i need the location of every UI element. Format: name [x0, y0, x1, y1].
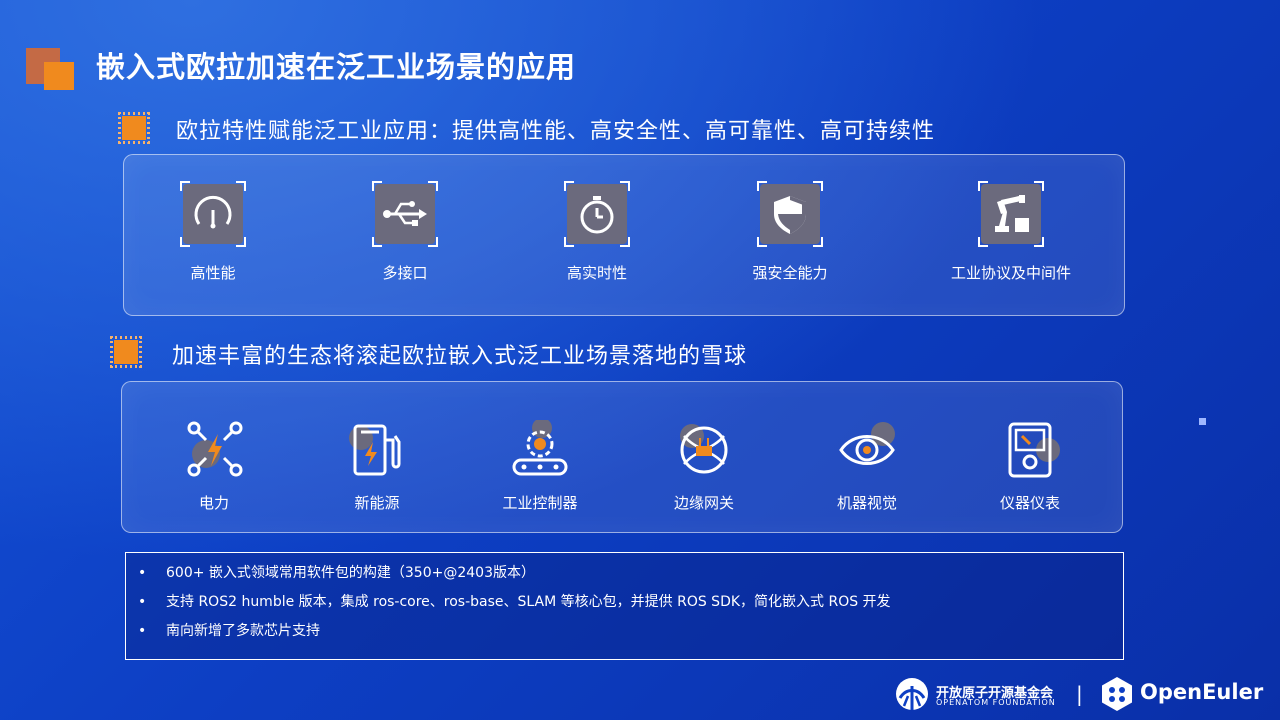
footer-separator: |: [1076, 682, 1083, 706]
feature-industrial-protocol: 工业协议及中间件: [941, 181, 1081, 283]
corner-bracket: [236, 237, 246, 247]
charging-station-icon: [349, 424, 401, 476]
eco-label: 新能源: [354, 494, 400, 512]
eco-item-industrial-controller: 工业控制器: [480, 418, 600, 513]
eco-item-instrument: 仪器仪表: [970, 420, 1090, 513]
chip-icon: [110, 336, 142, 368]
eco-item-edge-gateway: 边缘网关: [644, 420, 764, 513]
section2-subtitle: 加速丰富的生态将滚起欧拉嵌入式泛工业场景落地的雪球: [172, 344, 748, 369]
foundation-en: OPENATOM FOUNDATION: [936, 698, 1056, 707]
feature-label: 多接口: [382, 264, 428, 282]
section1-subtitle: 欧拉特性赋能泛工业应用：提供高性能、高安全性、高可靠性、高可持续性: [176, 119, 936, 144]
chip-icon: [118, 112, 150, 144]
corner-bracket: [180, 237, 190, 247]
corner-bracket: [180, 181, 190, 191]
shield-icon: [774, 196, 806, 234]
corner-bracket: [757, 181, 767, 191]
corner-bracket: [813, 181, 823, 191]
corner-bracket: [620, 237, 630, 247]
feature-label: 高性能: [190, 264, 236, 282]
corner-bracket: [372, 237, 382, 247]
note-item: 支持 ROS2 humble 版本，集成 ros-core、ros-base、S…: [138, 588, 1123, 617]
brand-name: OpenEuler: [1140, 680, 1264, 704]
eco-item-machine-vision: 机器视觉: [807, 420, 927, 513]
corner-bracket: [564, 181, 574, 191]
eco-label: 工业控制器: [502, 494, 578, 512]
title-decoration: [26, 48, 76, 92]
ecosystem-panel: 电力 新能源 工业控制器 边缘网关 机器视觉 仪器仪表: [121, 381, 1123, 533]
note-item: 南向新增了多款芯片支持: [138, 617, 1123, 646]
openeuler-hex-icon: [1102, 677, 1132, 711]
corner-bracket: [620, 181, 630, 191]
gear-conveyor-icon: [512, 418, 568, 476]
feature-label: 工业协议及中间件: [950, 264, 1071, 282]
feature-label: 强安全能力: [752, 264, 828, 282]
corner-bracket: [1034, 181, 1044, 191]
gauge-icon: [194, 195, 232, 229]
feature-label: 高实时性: [566, 264, 627, 282]
corner-bracket: [813, 237, 823, 247]
usb-icon: [383, 201, 427, 226]
eco-item-power: 电力: [154, 420, 274, 513]
feature-high-performance: 高性能: [143, 181, 283, 283]
corner-bracket: [757, 237, 767, 247]
feature-security: 强安全能力: [720, 181, 860, 283]
corner-bracket: [428, 237, 438, 247]
eco-label: 仪器仪表: [999, 494, 1060, 512]
feature-realtime: 高实时性: [527, 181, 667, 283]
corner-bracket: [372, 181, 382, 191]
corner-bracket: [978, 237, 988, 247]
corner-bracket: [236, 181, 246, 191]
note-item: 600+ 嵌入式领域常用软件包的构建（350+@2403版本）: [138, 559, 1123, 588]
corner-bracket: [978, 181, 988, 191]
eco-item-new-energy: 新能源: [317, 420, 437, 513]
robot-arm-icon: [995, 195, 1029, 232]
notes-box: 600+ 嵌入式领域常用软件包的构建（350+@2403版本） 支持 ROS2 …: [125, 552, 1124, 660]
gateway-icon: [680, 424, 728, 474]
feature-multi-interface: 多接口: [335, 181, 475, 283]
openatom-emblem-icon: [896, 678, 928, 710]
features-panel: 高性能 多接口 高实时性 强安全能力 工业协议及中间件: [123, 154, 1125, 316]
corner-bracket: [564, 237, 574, 247]
decorative-square: [1199, 418, 1206, 425]
stopwatch-icon: [580, 196, 614, 234]
eco-label: 电力: [198, 494, 229, 512]
page-title: 嵌入式欧拉加速在泛工业场景的应用: [96, 50, 577, 84]
power-bolt-icon: [187, 421, 243, 477]
eco-label: 机器视觉: [836, 494, 897, 512]
corner-bracket: [1034, 237, 1044, 247]
corner-bracket: [428, 181, 438, 191]
eco-label: 边缘网关: [673, 494, 734, 512]
eye-icon: [839, 422, 895, 465]
meter-icon: [1008, 422, 1060, 478]
